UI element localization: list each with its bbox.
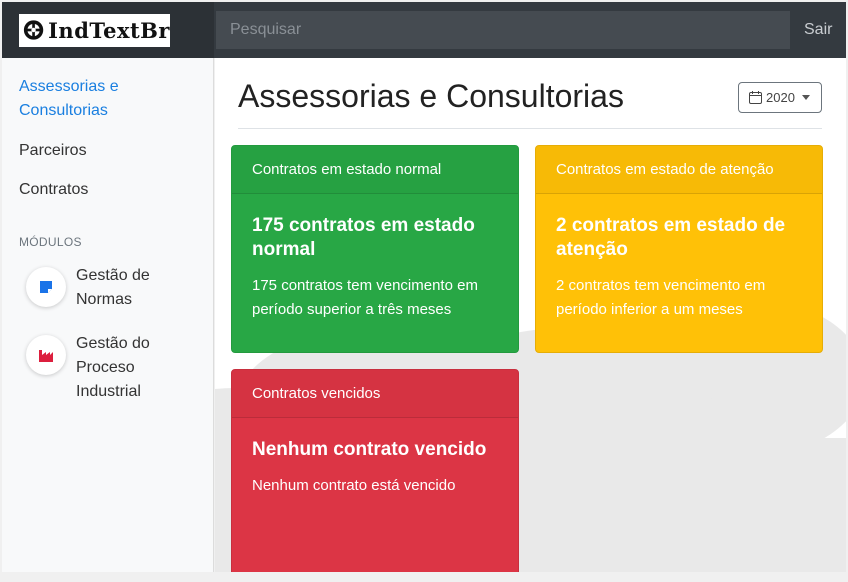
sidebar-item-parceiros[interactable]: Parceiros: [2, 139, 104, 163]
sidebar-item-contratos[interactable]: Contratos: [2, 178, 105, 202]
card-header: Contratos em estado de atenção: [536, 146, 822, 194]
module-label: Gestão do Proceso Industrial: [76, 335, 150, 400]
card-title: Nenhum contrato vencido: [252, 439, 487, 460]
signout-link[interactable]: Sair: [804, 21, 832, 39]
sidebar-item-assessorias[interactable]: Assessorias e Consultorias: [2, 75, 202, 123]
card-text: Nenhum contrato está vencido: [252, 477, 456, 494]
logo-icon: [23, 20, 44, 40]
module-gestao-proceso[interactable]: Gestão do Proceso Industrial: [2, 332, 166, 404]
card-title: 2 contratos em estado de atenção: [556, 215, 786, 260]
card-text: 175 contratos tem vencimento em período …: [252, 277, 478, 318]
card-vencidos: Contratos vencidos Nenhum contrato venci…: [231, 369, 519, 572]
card-atencao: Contratos em estado de atenção 2 contrat…: [535, 145, 823, 353]
main-content: Assessorias e Consultorias 2020 Contrato…: [215, 58, 846, 572]
modules-heading: MÓDULOS: [19, 235, 82, 249]
blue-note-icon: [26, 267, 66, 307]
brand-logo[interactable]: IndTextBr: [19, 13, 170, 47]
card-title: 175 contratos em estado normal: [252, 215, 475, 260]
brand-name: IndTextBr: [48, 17, 170, 43]
factory-icon: [26, 335, 66, 375]
module-gestao-normas[interactable]: Gestão de Normas: [2, 264, 166, 312]
title-divider: [238, 128, 822, 129]
search-input[interactable]: [216, 11, 790, 49]
card-normal: Contratos em estado normal 175 contratos…: [231, 145, 519, 353]
year-dropdown[interactable]: 2020: [738, 82, 822, 113]
sidebar: Assessorias e Consultorias Parceiros Con…: [2, 58, 214, 572]
card-text: 2 contratos tem vencimento em período in…: [556, 277, 766, 318]
year-value: 2020: [766, 90, 795, 105]
card-header: Contratos vencidos: [232, 370, 518, 418]
calendar-icon: [749, 91, 762, 104]
page-title: Assessorias e Consultorias: [238, 78, 624, 114]
chevron-down-icon: [801, 95, 810, 100]
module-label: Gestão de Normas: [76, 267, 150, 308]
brand-area[interactable]: IndTextBr: [2, 2, 214, 58]
card-header: Contratos em estado normal: [232, 146, 518, 194]
top-navbar: IndTextBr Sair: [2, 2, 846, 58]
